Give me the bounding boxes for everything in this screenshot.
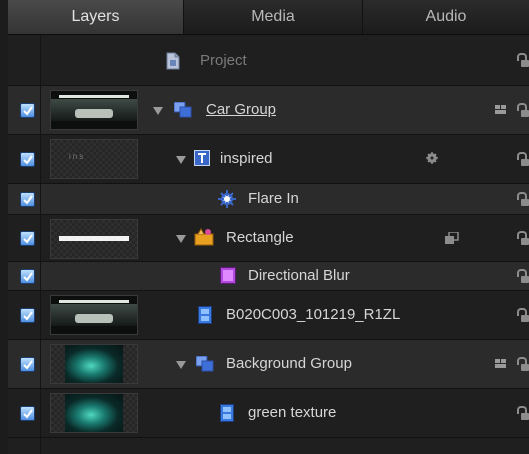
lock-icon[interactable] [517,231,529,245]
clip-icon [220,404,234,427]
enable-checkbox[interactable] [20,192,35,207]
lock-icon[interactable] [517,103,529,117]
layer-name[interactable]: Directional Blur [248,267,350,284]
empty-area [8,438,529,454]
layer-row-rectangle[interactable]: Rectangle [8,215,529,262]
column-divider [40,184,41,214]
layer-row-car-group[interactable]: Car Group [8,86,529,135]
lock-icon[interactable] [517,406,529,420]
layers-panel: Layers Media Audio Project Car Group ins… [8,0,529,454]
layer-row-inspired[interactable]: ins inspired [8,135,529,184]
layer-thumbnail [50,393,138,433]
behavior-gear-icon[interactable] [426,151,438,169]
layer-thumbnail [50,295,138,335]
enable-checkbox[interactable] [20,406,35,421]
layer-name[interactable]: B020C003_101219_R1ZL [226,306,400,323]
group-icon [195,355,214,377]
layer-name[interactable]: Car Group [206,101,276,118]
layer-options-icon[interactable] [445,231,459,249]
layer-name[interactable]: inspired [220,150,273,167]
column-divider [40,389,41,437]
enable-checkbox[interactable] [20,103,35,118]
column-divider [40,291,41,339]
disclosure-triangle[interactable] [153,107,163,115]
project-row[interactable]: Project [8,35,529,86]
lock-icon[interactable] [517,357,529,371]
group-3d-icon[interactable] [495,359,507,369]
layer-row-flare-in[interactable]: Flare In [8,184,529,215]
column-divider [40,262,41,290]
layer-thumbnail [50,344,138,384]
disclosure-triangle[interactable] [176,361,186,369]
text-layer-icon [194,150,210,171]
layer-thumbnail [50,219,138,259]
project-label: Project [200,52,247,69]
group-3d-icon[interactable] [495,105,507,115]
disclosure-triangle[interactable] [176,156,186,164]
tab-audio[interactable]: Audio [363,0,529,34]
shape-icon [194,228,214,251]
lock-icon[interactable] [517,152,529,166]
enable-checkbox[interactable] [20,357,35,372]
layer-row-clip[interactable]: B020C003_101219_R1ZL [8,291,529,340]
layer-name[interactable]: Flare In [248,190,299,207]
layer-name[interactable]: green texture [248,404,336,421]
group-icon [173,101,192,123]
lock-icon[interactable] [517,269,529,283]
enable-checkbox[interactable] [20,152,35,167]
clip-icon [198,306,212,329]
tab-bar: Layers Media Audio [8,0,529,35]
column-divider [40,215,41,261]
tab-layers[interactable]: Layers [8,0,183,34]
column-divider [40,35,41,85]
enable-checkbox[interactable] [20,308,35,323]
column-divider [40,86,41,134]
lock-icon[interactable] [517,308,529,322]
enable-checkbox[interactable] [20,231,35,246]
disclosure-triangle[interactable] [176,235,186,243]
filter-icon [220,267,236,289]
lock-icon[interactable] [517,53,529,67]
column-divider [40,135,41,183]
layer-row-background-group[interactable]: Background Group [8,340,529,389]
layer-name[interactable]: Rectangle [226,229,294,246]
layer-name[interactable]: Background Group [226,355,352,372]
layer-row-directional-blur[interactable]: Directional Blur [8,262,529,291]
layer-row-green-texture[interactable]: green texture [8,389,529,438]
behavior-gear-icon [218,190,236,213]
column-divider [40,438,41,454]
column-divider [40,340,41,388]
lock-icon[interactable] [517,192,529,206]
layer-thumbnail: ins [50,139,138,179]
project-document-icon [166,52,180,75]
enable-checkbox[interactable] [20,269,35,284]
layer-thumbnail [50,90,138,130]
tab-media[interactable]: Media [184,0,362,34]
